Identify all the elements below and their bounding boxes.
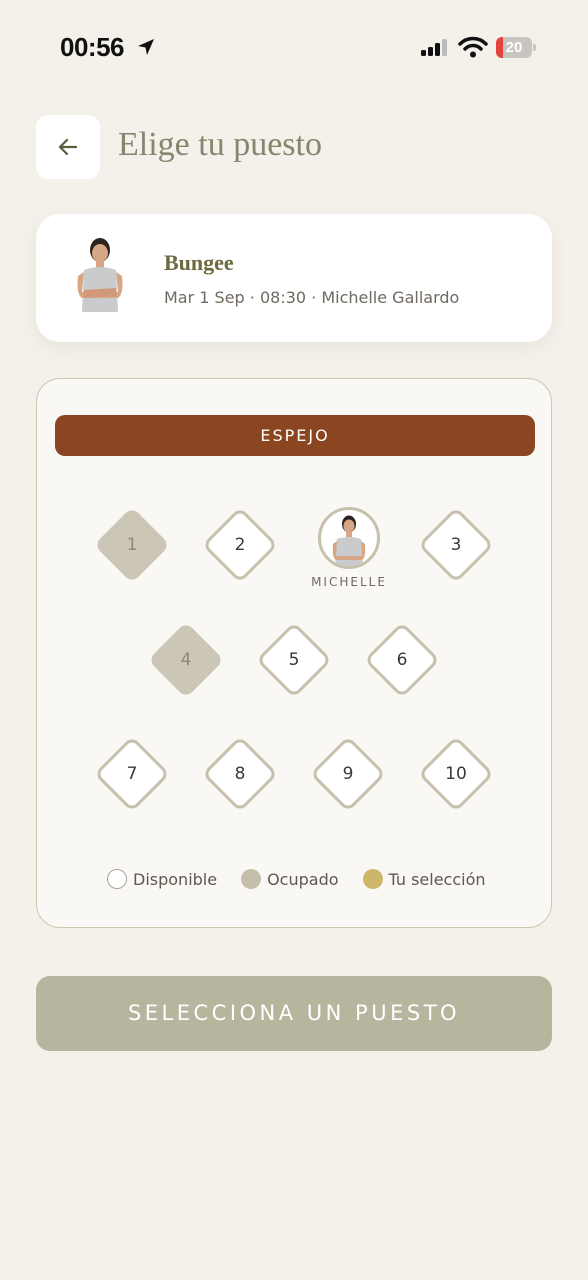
class-name: Bungee: [164, 250, 234, 275]
seat[interactable]: 3: [417, 506, 495, 584]
legend-occupied: Ocupado: [241, 869, 339, 889]
class-card: Bungee Mar 1 Sep · 08:30 · Michelle Gall…: [36, 214, 552, 342]
page-title: Elige tu puesto: [118, 126, 322, 163]
seat[interactable]: 10: [417, 735, 495, 813]
seat[interactable]: 9: [309, 735, 387, 813]
seat[interactable]: 5: [255, 621, 333, 699]
seat[interactable]: 7: [93, 735, 171, 813]
instructor-avatar: [318, 507, 380, 569]
seat[interactable]: 2: [201, 506, 279, 584]
seat: 4: [147, 621, 225, 699]
instructor-photo: [332, 515, 366, 566]
wifi-icon: [458, 36, 488, 58]
status-time: 00:56: [60, 32, 125, 62]
seat-number: 3: [450, 535, 462, 555]
battery-percentage: 20: [505, 39, 523, 56]
seat-number: 4: [180, 650, 192, 670]
seat-number: 8: [234, 764, 246, 784]
seat-number: 6: [396, 650, 408, 670]
seat-number: 1: [126, 535, 138, 555]
select-seat-button[interactable]: SELECCIONA UN PUESTO: [36, 976, 552, 1051]
legend-available: Disponible: [107, 869, 217, 889]
signal-icon: [421, 39, 447, 56]
seat-map: ESPEJO 1 2 MICHELLE 3 4 5 6 7 8 9 10 Dis…: [36, 378, 552, 928]
legend-available-label: Disponible: [133, 869, 218, 889]
legend-occupied-label: Ocupado: [267, 869, 339, 889]
seat-number: 7: [126, 764, 138, 784]
back-button[interactable]: [36, 115, 100, 179]
seat-number: 10: [445, 764, 467, 784]
location-arrow-icon: [138, 39, 154, 55]
arrow-left-icon: [58, 138, 78, 156]
instructor-photo: [77, 238, 123, 312]
seat-number: 9: [342, 764, 354, 784]
legend: Disponible Ocupado Tu selección: [107, 869, 486, 889]
seat: 1: [93, 506, 171, 584]
legend-selected-label: Tu selección: [388, 869, 486, 889]
battery-icon: 20: [496, 37, 536, 58]
legend-selected: Tu selección: [362, 869, 486, 889]
seat-number: 2: [234, 535, 246, 555]
seat[interactable]: 8: [201, 735, 279, 813]
instructor-label: MICHELLE: [311, 575, 387, 589]
seat[interactable]: 6: [363, 621, 441, 699]
class-details: Mar 1 Sep · 08:30 · Michelle Gallardo: [164, 288, 460, 307]
occupied-dot-icon: [241, 869, 262, 889]
available-dot-icon: [107, 869, 127, 889]
mirror-bar: ESPEJO: [55, 415, 535, 456]
status-bar: 00:56 20: [0, 0, 588, 96]
seat-number: 5: [288, 650, 300, 670]
selected-dot-icon: [362, 869, 383, 889]
